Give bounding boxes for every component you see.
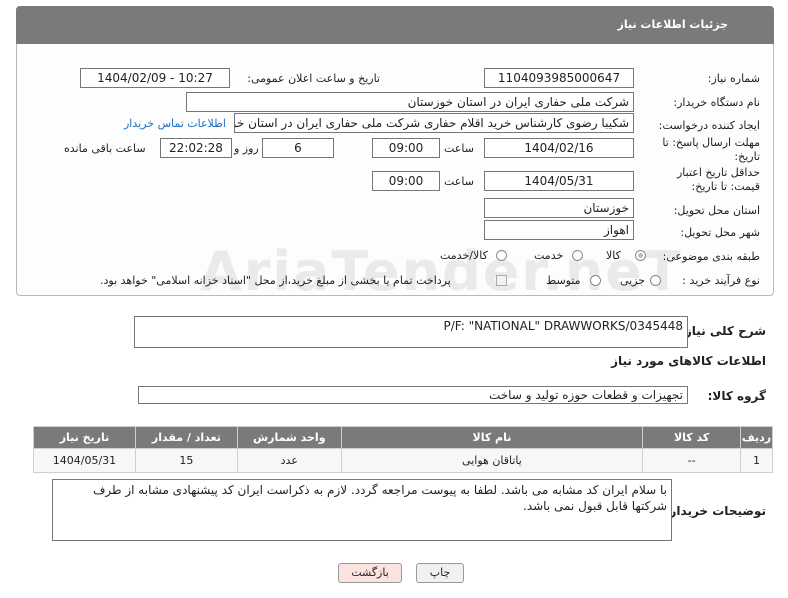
deadline-time-field: 09:00: [372, 138, 440, 158]
table-header: ردیف: [740, 426, 773, 449]
table-header: تعداد / مقدار: [134, 426, 238, 449]
table-cell: 15: [134, 448, 238, 473]
category-option-both: کالا/خدمت: [440, 249, 488, 262]
buyer-org-field: شرکت ملی حفاری ایران در استان خوزستان: [186, 92, 634, 112]
creator-field: شکیبا رضوی کارشناس خرید اقلام حفاری شرکت…: [234, 113, 634, 133]
category-radio-service[interactable]: [572, 250, 583, 261]
buyer-notes-label: توضیحات خریدار:: [664, 504, 766, 518]
print-button[interactable]: چاپ: [416, 563, 464, 583]
table-header: واحد شمارش: [236, 426, 342, 449]
buyer-org-label: نام دستگاه خریدار:: [673, 96, 760, 109]
category-label: طبقه بندی موضوعی:: [662, 250, 760, 263]
category-radio-goods[interactable]: [635, 250, 646, 261]
table-cell: یاتاقان هوایی: [340, 448, 644, 473]
table-header: نام کالا: [340, 426, 644, 449]
category-option-goods: کالا: [606, 249, 621, 262]
table-header: کد کالا: [642, 426, 742, 449]
description-field: P/F: "NATIONAL" DRAWWORKS/0345448: [134, 316, 688, 348]
page-title: جزئیات اطلاعات نیاز: [617, 18, 729, 31]
process-radio-minor[interactable]: [650, 275, 661, 286]
min-price-date-field: 1404/05/31: [484, 171, 634, 191]
process-option-medium: متوسط: [546, 274, 581, 287]
table-cell: 1404/05/31: [33, 448, 136, 473]
min-price-time-label: ساعت: [444, 175, 474, 188]
back-button[interactable]: بازگشت: [338, 563, 402, 583]
deadline-date-field: 1404/02/16: [484, 138, 634, 158]
deadline-label: مهلت ارسال پاسخ: تا تاریخ:: [662, 136, 760, 163]
process-radio-medium[interactable]: [590, 275, 601, 286]
creator-label: ایجاد کننده درخواست:: [658, 119, 760, 132]
table-cell: --: [642, 448, 742, 473]
need-number-field: 1104093985000647: [484, 68, 634, 88]
min-price-label: حداقل تاریخ اعتبار قیمت: تا تاریخ:: [676, 166, 760, 193]
announce-field: 1404/02/09 - 10:27: [80, 68, 230, 88]
deadline-time-label: ساعت: [444, 142, 474, 155]
remaining-label: ساعت باقی مانده: [64, 142, 146, 155]
treasury-note: پرداخت تمام یا بخشی از مبلغ خرید،از محل …: [100, 274, 451, 287]
treasury-checkbox[interactable]: [496, 275, 507, 286]
category-radio-both[interactable]: [496, 250, 507, 261]
buyer-notes-field: با سلام ایران کد مشابه می باشد. لطفا به …: [52, 479, 672, 541]
city-label: شهر محل تحویل:: [680, 226, 760, 239]
buyer-contact-link[interactable]: اطلاعات تماس خریدار: [124, 117, 226, 130]
goods-info-title: اطلاعات کالاهای مورد نیاز: [611, 354, 766, 368]
goods-table: ردیف کد کالا نام کالا واحد شمارش تعداد /…: [33, 426, 773, 473]
process-label: نوع فرآیند خرید :: [682, 274, 760, 287]
process-option-minor: جزیی: [620, 274, 646, 287]
city-field: اهواز: [484, 220, 634, 240]
goods-group-label: گروه کالا:: [707, 389, 766, 403]
description-label: شرح کلی نیاز:: [680, 324, 766, 338]
table-cell: 1: [740, 448, 773, 473]
min-price-time-field: 09:00: [372, 171, 440, 191]
table-row: 1 -- یاتاقان هوایی عدد 15 1404/05/31: [33, 448, 773, 473]
table-header: تاریخ نیاز: [33, 426, 136, 449]
goods-group-field: تجهیزات و قطعات حوزه تولید و ساخت: [138, 386, 688, 404]
deadline-days-label: روز و: [234, 142, 259, 155]
need-number-label: شماره نیاز:: [707, 72, 760, 85]
deadline-days-field: 6: [262, 138, 334, 158]
province-field: خوزستان: [484, 198, 634, 218]
announce-label: تاریخ و ساعت اعلان عمومی:: [247, 72, 380, 85]
table-cell: عدد: [236, 448, 342, 473]
remaining-time-field: 22:02:28: [160, 138, 232, 158]
category-option-service: خدمت: [534, 249, 564, 262]
province-label: استان محل تحویل:: [673, 204, 760, 217]
